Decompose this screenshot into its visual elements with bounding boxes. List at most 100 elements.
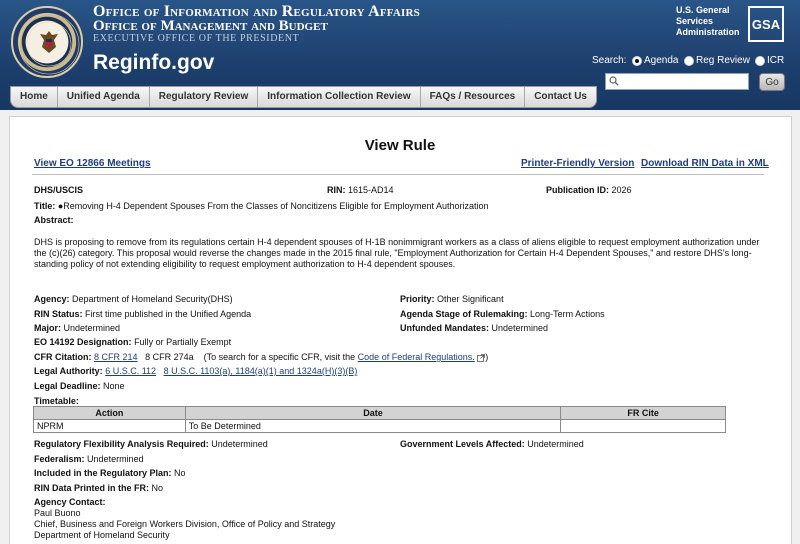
rin-printed-label: RIN Data Printed in the FR: — [34, 483, 150, 493]
priority-field: Priority: Other Significant — [400, 294, 504, 304]
column-header: FR Cite — [560, 406, 726, 420]
radio-label: Reg Review — [696, 55, 750, 66]
eo-designation-field: EO 14192 Designation: Fully or Partially… — [34, 337, 231, 347]
timetable: Action Date FR Cite NPRM To Be Determine… — [33, 406, 726, 433]
agenda-stage-field: Agenda Stage of Rulemaking: Long-Term Ac… — [400, 309, 605, 319]
gsa-text-line: Administration — [676, 27, 740, 37]
code-of-federal-regulations-link[interactable]: Code of Federal Regulations. — [358, 352, 475, 362]
gsa-logo[interactable]: GSA — [748, 6, 784, 42]
download-xml-link[interactable]: Download RIN Data in XML — [641, 158, 769, 169]
rfa-field: Regulatory Flexibility Analysis Required… — [34, 439, 268, 449]
legal-authority-label: Legal Authority: — [34, 366, 103, 376]
search-label: Search: — [592, 55, 627, 66]
rin-status-field: RIN Status: First time published in the … — [34, 309, 251, 319]
column-header: Action — [33, 406, 186, 420]
priority-value: Other Significant — [437, 294, 504, 304]
title-field: Title: ●Removing H-4 Dependent Spouses F… — [34, 201, 489, 211]
abstract-label-text: Abstract: — [34, 215, 74, 225]
nav-home[interactable]: Home — [11, 87, 58, 107]
radio-unselected-icon[interactable] — [684, 55, 694, 66]
major-field: Major: Undetermined — [34, 323, 120, 333]
org-name-eop: EXECUTIVE OFFICE OF THE PRESIDENT — [93, 33, 300, 44]
abstract-label: Abstract: — [34, 215, 74, 225]
nav-regulatory-review[interactable]: Regulatory Review — [150, 87, 259, 107]
rin-printed-field: RIN Data Printed in the FR: No — [34, 483, 163, 493]
abstract-text: DHS is proposing to remove from its regu… — [34, 237, 760, 269]
timetable-label-text: Timetable: — [34, 396, 79, 406]
legal-authority-link[interactable]: 8 U.S.C. 1103(a), 1184(a)(1) and 1324a(H… — [164, 366, 358, 376]
printer-friendly-link[interactable]: Printer-Friendly Version — [521, 158, 634, 169]
regulatory-plan-field: Included in the Regulatory Plan: No — [34, 468, 186, 478]
omb-seal-logo — [11, 6, 83, 78]
main-nav: Home Unified Agenda Regulatory Review In… — [10, 86, 597, 108]
nav-information-collection-review[interactable]: Information Collection Review — [258, 87, 421, 107]
column-header: Date — [184, 406, 562, 420]
nav-contact-us[interactable]: Contact Us — [525, 87, 596, 107]
table-cell: To Be Determined — [184, 419, 562, 433]
publication-id-label: Publication ID: — [546, 185, 609, 195]
agency-contact-label-text: Agency Contact: — [34, 497, 106, 507]
timetable-label: Timetable: — [34, 396, 79, 406]
go-button[interactable]: Go — [759, 73, 785, 91]
radio-unselected-icon[interactable] — [755, 55, 765, 66]
unfunded-mandates-field: Unfunded Mandates: Undetermined — [400, 323, 548, 333]
radio-icr[interactable]: ICR — [755, 55, 784, 66]
agency-value: Department of Homeland Security(DHS) — [72, 294, 233, 304]
eagle-icon — [40, 31, 58, 53]
gsa-text[interactable]: U.S. General Services Administration — [676, 5, 746, 38]
gsa-text-line: Services — [676, 16, 714, 26]
contact-name: Paul Buono — [34, 508, 81, 518]
unfunded-mandates-value: Undetermined — [491, 323, 549, 333]
cfr-214-link[interactable]: 8 CFR 214 — [94, 352, 138, 362]
contact-title: Chief, Business and Foreign Workers Divi… — [34, 519, 336, 529]
rin-status-label: RIN Status: — [34, 309, 83, 319]
cfr-citation-label: CFR Citation: — [34, 352, 92, 362]
federalism-field: Federalism: Undetermined — [34, 454, 144, 464]
rin-label: RIN: — [327, 185, 346, 195]
publication-id-value: 2026 — [611, 185, 632, 195]
rin-value: 1615-AD14 — [348, 185, 394, 195]
priority-label: Priority: — [400, 294, 435, 304]
search-input[interactable] — [605, 73, 749, 90]
cfr-hint-close: ) — [485, 352, 489, 362]
publication-id-field: Publication ID: 2026 — [546, 185, 632, 195]
rin-printed-value: No — [151, 483, 164, 493]
site-name[interactable]: Reginfo.gov — [93, 51, 214, 75]
radio-agenda[interactable]: Agenda — [632, 55, 678, 66]
eo-designation-value: Fully or Partially Exempt — [134, 337, 232, 347]
legal-authority-field: Legal Authority: 6 U.S.C. 112 8 U.S.C. 1… — [34, 366, 357, 376]
radio-selected-icon[interactable] — [632, 55, 642, 66]
page-title: View Rule — [364, 137, 436, 154]
nav-faqs-resources[interactable]: FAQs / Resources — [421, 87, 526, 107]
table-cell: NPRM — [33, 419, 186, 433]
major-value: Undetermined — [63, 323, 121, 333]
agency-code: DHS/USCIS — [34, 185, 83, 195]
federalism-label: Federalism: — [34, 454, 85, 464]
cfr-citation-field: CFR Citation: 8 CFR 214 8 CFR 274a (To s… — [34, 352, 488, 362]
view-eo-meetings-link[interactable]: View EO 12866 Meetings — [34, 158, 151, 169]
rfa-label: Regulatory Flexibility Analysis Required… — [34, 439, 209, 449]
table-cell — [560, 419, 726, 433]
agency-contact-label: Agency Contact: — [34, 497, 106, 507]
agenda-stage-label: Agenda Stage of Rulemaking: — [400, 309, 528, 319]
table-header-row: Action Date FR Cite — [33, 406, 726, 420]
government-levels-value: Undetermined — [527, 439, 584, 449]
radio-reg-review[interactable]: Reg Review — [684, 55, 750, 66]
unfunded-mandates-label: Unfunded Mandates: — [400, 323, 489, 333]
eo-designation-label: EO 14192 Designation: — [34, 337, 132, 347]
rfa-value: Undetermined — [211, 439, 268, 449]
agency-label: Agency: — [34, 294, 70, 304]
radio-label: Agenda — [644, 55, 679, 66]
nav-unified-agenda[interactable]: Unified Agenda — [58, 87, 150, 107]
agency-field: Agency: Department of Homeland Security(… — [34, 294, 233, 304]
major-label: Major: — [34, 323, 61, 333]
legal-authority-link[interactable]: 6 U.S.C. 112 — [105, 366, 156, 376]
government-levels-field: Government Levels Affected: Undetermined — [400, 439, 584, 449]
rin-field: RIN: 1615-AD14 — [327, 185, 394, 195]
radio-label: ICR — [767, 55, 785, 66]
table-row: NPRM To Be Determined — [33, 419, 726, 433]
search-icon — [609, 76, 619, 86]
legal-deadline-label: Legal Deadline: — [34, 381, 101, 391]
regulatory-plan-value: No — [174, 468, 186, 478]
government-levels-label: Government Levels Affected: — [400, 439, 525, 449]
